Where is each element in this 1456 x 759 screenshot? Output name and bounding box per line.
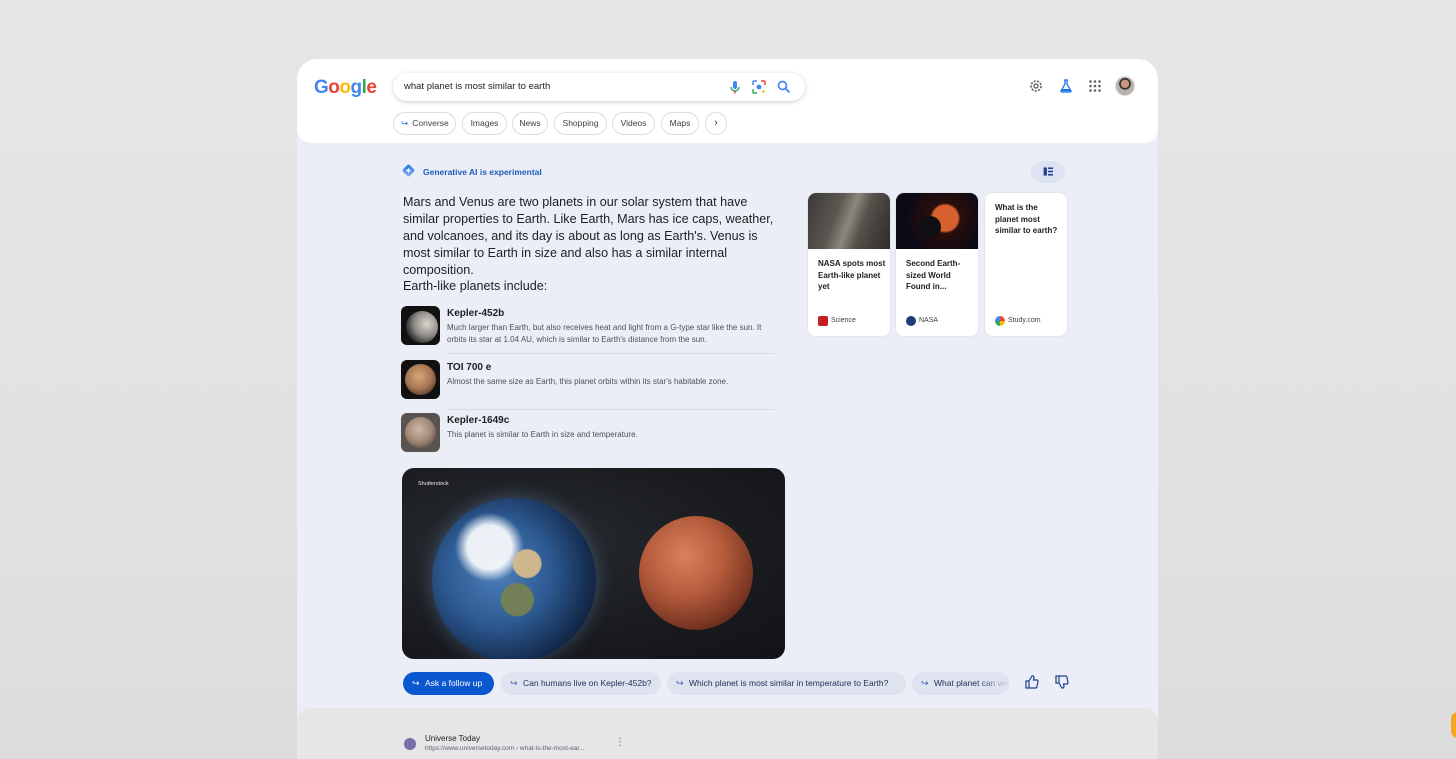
earth-mars-image[interactable]: Shutterstock bbox=[402, 468, 785, 659]
follow-arrow-icon: ↪ bbox=[412, 678, 420, 688]
card-title: What is the planet most similar to earth… bbox=[995, 203, 1058, 235]
exoplanet-image bbox=[896, 193, 978, 249]
planet-name: TOI 700 e bbox=[447, 362, 492, 373]
list-item[interactable]: Kepler-1649c This planet is similar to E… bbox=[401, 413, 779, 453]
earth-image bbox=[432, 498, 596, 659]
card-title: Second Earth-sized World Found in... bbox=[906, 259, 961, 291]
divider bbox=[447, 353, 775, 354]
sparkle-diamond-icon bbox=[402, 164, 415, 177]
science-favicon bbox=[818, 316, 828, 326]
thumbs-down-icon[interactable] bbox=[1054, 674, 1070, 690]
divider bbox=[447, 409, 775, 410]
followup-chip[interactable]: ↪ Which planet is most similar in temper… bbox=[667, 672, 906, 695]
edge-indicator bbox=[1451, 712, 1456, 738]
chip-news[interactable]: News bbox=[512, 112, 548, 135]
planet-description: Much larger than Earth, but also receive… bbox=[447, 323, 762, 344]
follow-arrow-icon: ↪ bbox=[921, 678, 929, 688]
image-credit: Shutterstock bbox=[418, 481, 449, 487]
settings-icon[interactable] bbox=[1028, 78, 1044, 94]
ai-answer-text: Mars and Venus are two planets in our so… bbox=[403, 195, 774, 277]
chip-maps[interactable]: Maps bbox=[661, 112, 699, 135]
toi-700-e-image bbox=[401, 360, 440, 399]
list-item[interactable]: Kepler-452b Much larger than Earth, but … bbox=[401, 306, 779, 352]
planet-description: Almost the same size as Earth, this plan… bbox=[447, 377, 729, 386]
search-results: Universe Today https://www.universetoday… bbox=[297, 708, 1158, 759]
search-box[interactable]: what planet is most similar to earth bbox=[393, 73, 805, 101]
card-source: Study.com bbox=[1008, 317, 1041, 324]
study-favicon bbox=[995, 316, 1005, 326]
chip-videos[interactable]: Videos bbox=[612, 112, 655, 135]
followup-chip[interactable]: ↪ What planet can we bbox=[912, 672, 1009, 695]
card-source: Science bbox=[831, 317, 856, 324]
source-card[interactable]: What is the planet most similar to earth… bbox=[985, 193, 1067, 336]
planet-description: This planet is similar to Earth in size … bbox=[447, 430, 638, 439]
browser-window: Google what planet is most similar to ea… bbox=[297, 59, 1158, 759]
result-url[interactable]: https://www.universetoday.com › what-is-… bbox=[425, 745, 585, 752]
list-item[interactable]: TOI 700 e Almost the same size as Earth,… bbox=[401, 360, 779, 400]
google-logo[interactable]: Google bbox=[314, 77, 377, 99]
list-heading: Earth-like planets include: bbox=[403, 279, 548, 293]
followup-chip[interactable]: ↪ Can humans live on Kepler-452b? bbox=[501, 672, 661, 695]
layout-toggle-button[interactable] bbox=[1031, 161, 1065, 183]
nasa-favicon bbox=[906, 316, 916, 326]
follow-arrow-icon: ↪ bbox=[401, 118, 409, 128]
ask-follow-up-button[interactable]: ↪ Ask a follow up bbox=[403, 672, 494, 695]
chip-images[interactable]: Images bbox=[462, 112, 507, 135]
more-options-icon[interactable]: ⋮ bbox=[615, 737, 625, 748]
avatar[interactable] bbox=[1115, 76, 1135, 96]
search-header: Google what planet is most similar to ea… bbox=[297, 59, 1158, 143]
experimental-badge: Generative AI is experimental bbox=[423, 167, 542, 177]
follow-arrow-icon: ↪ bbox=[510, 678, 518, 688]
source-card[interactable]: Second Earth-sized World Found in... NAS… bbox=[896, 193, 978, 336]
chevron-right-icon: › bbox=[714, 117, 718, 129]
follow-arrow-icon: ↪ bbox=[676, 678, 684, 688]
chip-shopping[interactable]: Shopping bbox=[554, 112, 607, 135]
milky-way-image bbox=[808, 193, 890, 249]
source-card[interactable]: NASA spots most Earth-like planet yet Sc… bbox=[808, 193, 890, 336]
kepler-1649c-image bbox=[401, 413, 440, 452]
search-icon[interactable] bbox=[776, 79, 792, 95]
mars-image bbox=[639, 516, 753, 630]
card-source: NASA bbox=[919, 317, 939, 324]
search-input[interactable]: what planet is most similar to earth bbox=[404, 81, 550, 92]
chips-next-button[interactable]: › bbox=[705, 112, 727, 135]
sge-panel: Generative AI is experimental Mars and V… bbox=[297, 143, 1158, 703]
mic-icon[interactable] bbox=[727, 79, 743, 95]
planet-name: Kepler-452b bbox=[447, 308, 505, 319]
apps-icon[interactable] bbox=[1087, 78, 1103, 94]
layout-icon bbox=[1043, 167, 1053, 176]
kepler-452b-image bbox=[401, 306, 440, 345]
planet-name: Kepler-1649c bbox=[447, 415, 510, 426]
card-title: NASA spots most Earth-like planet yet bbox=[818, 259, 886, 291]
chip-converse[interactable]: ↪ Converse bbox=[393, 112, 456, 135]
thumbs-up-icon[interactable] bbox=[1024, 674, 1040, 690]
lens-icon[interactable] bbox=[751, 79, 767, 95]
result-site-name[interactable]: Universe Today bbox=[425, 734, 480, 743]
followup-chips: ↪ Ask a follow up ↪ Can humans live on K… bbox=[403, 672, 1103, 696]
universe-today-favicon bbox=[404, 738, 416, 750]
labs-icon[interactable] bbox=[1058, 78, 1074, 94]
